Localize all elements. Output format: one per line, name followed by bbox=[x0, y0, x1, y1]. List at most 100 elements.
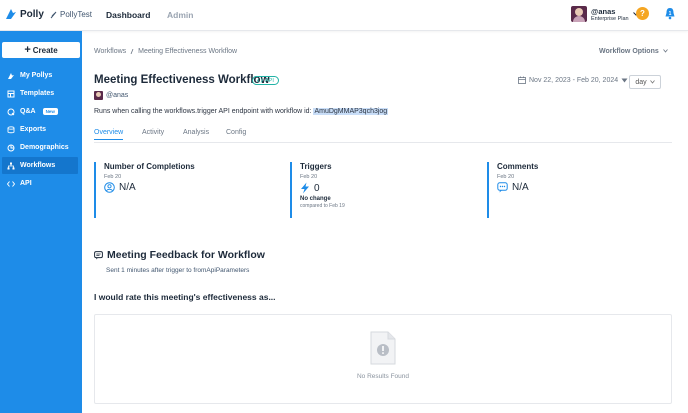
notification-count: 1 bbox=[669, 11, 672, 17]
results-panel: No Results Found bbox=[94, 314, 672, 404]
user-circle-icon bbox=[104, 182, 115, 193]
sidebar-item-label: Q&A bbox=[20, 108, 36, 115]
workflows-icon bbox=[7, 162, 15, 169]
stat-compare: compared to Feb 19 bbox=[300, 203, 345, 209]
api-icon bbox=[257, 78, 263, 83]
description-text: Runs when calling the workflows.trigger … bbox=[94, 108, 314, 115]
api-badge: API bbox=[252, 76, 279, 85]
workflow-options-label: Workflow Options bbox=[599, 48, 659, 55]
stat-card-comments: Comments Feb 20 N/A bbox=[487, 162, 667, 218]
stat-card-triggers: Triggers Feb 20 0 No change compared to … bbox=[290, 162, 470, 218]
date-range-value: Nov 22, 2023 - Feb 20, 2024 bbox=[529, 76, 619, 84]
tab-config[interactable]: Config bbox=[226, 129, 246, 136]
workspace-name: PollyTest bbox=[60, 10, 93, 19]
stat-value-row: N/A bbox=[104, 182, 274, 193]
sidebar-item-label: Workflows bbox=[20, 162, 56, 169]
notifications-button[interactable]: 1 bbox=[664, 7, 676, 20]
workflow-description: Runs when calling the workflows.trigger … bbox=[94, 108, 389, 115]
feedback-title: Meeting Feedback for Workflow bbox=[107, 249, 265, 261]
nav-admin[interactable]: Admin bbox=[167, 10, 193, 20]
stat-title: Triggers bbox=[300, 162, 332, 171]
stat-card-completions: Number of Completions Feb 20 N/A bbox=[94, 162, 274, 218]
stat-value: N/A bbox=[119, 182, 136, 193]
user-info: @anas Enterprise Plan bbox=[591, 7, 629, 22]
sidebar: + Create My Pollys Templates Q&A New Exp… bbox=[0, 31, 82, 413]
sidebar-item-label: Demographics bbox=[20, 144, 69, 151]
granularity-value: day bbox=[635, 78, 647, 86]
user-plan: Enterprise Plan bbox=[591, 15, 629, 22]
sidebar-item-exports[interactable]: Exports bbox=[2, 121, 78, 138]
lightning-icon bbox=[301, 182, 309, 194]
caret-down-icon bbox=[621, 78, 628, 82]
sidebar-item-demographics[interactable]: Demographics bbox=[2, 139, 78, 156]
help-button[interactable]: ? bbox=[636, 7, 649, 20]
bell-icon: 1 bbox=[665, 8, 675, 20]
stat-value: N/A bbox=[512, 182, 529, 193]
feedback-section-title: Meeting Feedback for Workflow bbox=[94, 249, 265, 261]
tab-bar: Overview Activity Analysis Config bbox=[94, 129, 672, 143]
stat-title: Comments bbox=[497, 162, 539, 171]
question-title: I would rate this meeting's effectivenes… bbox=[94, 292, 276, 302]
demographics-icon bbox=[7, 144, 15, 151]
breadcrumb: Workflows Meeting Effectiveness Workflow bbox=[94, 48, 237, 55]
stat-value: 0 bbox=[314, 182, 320, 194]
top-bar: Polly PollyTest Dashboard Admin @anas En… bbox=[0, 0, 688, 31]
sidebar-item-workflows[interactable]: Workflows bbox=[2, 157, 78, 174]
tab-activity[interactable]: Activity bbox=[142, 129, 164, 136]
user-menu[interactable]: @anas Enterprise Plan bbox=[571, 6, 639, 22]
tab-overview[interactable]: Overview bbox=[94, 129, 124, 140]
sidebar-item-label: API bbox=[20, 180, 32, 187]
avatar bbox=[94, 91, 103, 100]
stat-value-row: 0 bbox=[300, 182, 470, 194]
brand-name: Polly bbox=[20, 8, 44, 20]
granularity-select[interactable]: day bbox=[629, 75, 661, 89]
sidebar-item-my-pollys[interactable]: My Pollys bbox=[2, 67, 78, 84]
tab-analysis[interactable]: Analysis bbox=[183, 129, 209, 136]
chevron-down-icon bbox=[649, 80, 655, 84]
breadcrumb-separator-icon bbox=[130, 49, 134, 54]
speech-bubble-icon bbox=[94, 250, 103, 259]
stat-date: Feb 20 bbox=[300, 174, 318, 180]
sidebar-item-label: Templates bbox=[20, 90, 55, 97]
stat-date: Feb 20 bbox=[104, 174, 122, 180]
polly-icon bbox=[8, 72, 14, 79]
qa-icon bbox=[7, 108, 15, 115]
empty-state-message: No Results Found bbox=[356, 373, 410, 380]
workflow-options-button[interactable]: Workflow Options bbox=[599, 48, 668, 55]
breadcrumb-root[interactable]: Workflows bbox=[94, 48, 126, 55]
polly-logo-icon bbox=[6, 9, 16, 19]
stat-title: Number of Completions bbox=[104, 162, 195, 171]
avatar bbox=[571, 6, 587, 22]
stat-value-row: N/A bbox=[497, 182, 667, 193]
new-badge: New bbox=[42, 108, 58, 115]
calendar-icon bbox=[518, 76, 526, 84]
sidebar-item-label: Exports bbox=[20, 126, 47, 133]
sidebar-item-label: My Pollys bbox=[20, 72, 53, 79]
api-icon bbox=[7, 180, 15, 187]
feather-icon bbox=[50, 11, 57, 18]
comment-icon bbox=[497, 182, 508, 193]
polly-logo[interactable]: Polly bbox=[5, 8, 44, 20]
create-button[interactable]: + Create bbox=[2, 42, 80, 58]
nav-dashboard[interactable]: Dashboard bbox=[106, 10, 150, 20]
stat-date: Feb 20 bbox=[497, 174, 515, 180]
date-range-picker[interactable]: Nov 22, 2023 - Feb 20, 2024 bbox=[518, 76, 628, 84]
plus-icon: + bbox=[24, 44, 31, 56]
create-label: Create bbox=[32, 45, 58, 55]
api-badge-label: API bbox=[265, 77, 274, 84]
feedback-subtitle: Sent 1 minutes after trigger to fromApiP… bbox=[106, 267, 250, 274]
breadcrumb-current: Meeting Effectiveness Workflow bbox=[138, 48, 238, 55]
exports-icon bbox=[7, 125, 15, 133]
workflow-id[interactable]: AmuDgMMAP3qch3jog bbox=[313, 108, 389, 115]
page-title: Meeting Effectiveness Workflow bbox=[94, 74, 270, 86]
sidebar-item-qa[interactable]: Q&A New bbox=[2, 103, 78, 120]
user-name: @anas bbox=[591, 6, 616, 16]
templates-icon bbox=[7, 90, 15, 97]
workspace-switcher[interactable]: PollyTest bbox=[50, 10, 92, 19]
sidebar-item-api[interactable]: API bbox=[2, 175, 78, 192]
workflow-owner: @anas bbox=[94, 91, 128, 100]
chevron-down-icon bbox=[662, 49, 668, 53]
empty-document-icon bbox=[370, 331, 396, 365]
sidebar-item-templates[interactable]: Templates bbox=[2, 85, 78, 102]
owner-name: @anas bbox=[106, 92, 129, 99]
